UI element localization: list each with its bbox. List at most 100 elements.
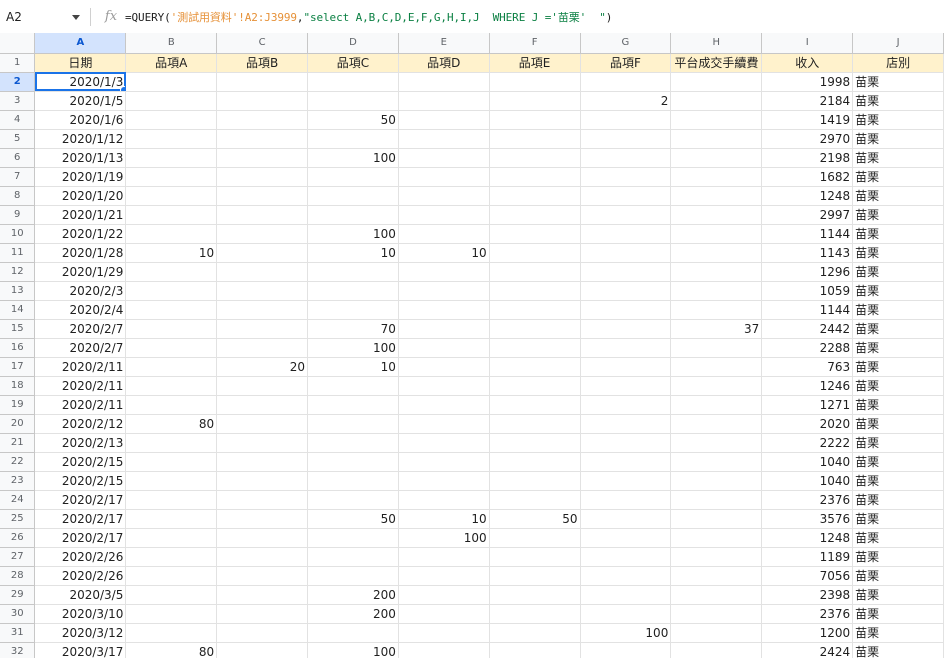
cell[interactable] — [307, 167, 399, 187]
cell[interactable]: 2222 — [761, 433, 854, 453]
cell[interactable] — [670, 357, 763, 377]
cell[interactable]: 1419 — [761, 110, 854, 130]
select-all-corner[interactable] — [0, 33, 36, 54]
cell[interactable] — [489, 528, 581, 548]
cell[interactable]: 2376 — [761, 490, 854, 510]
row-header[interactable]: 17 — [0, 357, 36, 377]
cell[interactable] — [216, 452, 309, 472]
cell[interactable] — [307, 186, 399, 206]
cell[interactable] — [398, 357, 490, 377]
cell[interactable] — [216, 72, 309, 92]
cell[interactable] — [670, 91, 763, 111]
cell[interactable] — [398, 186, 490, 206]
cell[interactable]: 10 — [307, 243, 399, 263]
cell[interactable] — [670, 452, 763, 472]
cell[interactable] — [125, 338, 218, 358]
header-cell[interactable]: 品項A — [125, 53, 218, 73]
cell[interactable] — [216, 490, 309, 510]
cell[interactable] — [125, 319, 218, 339]
column-header-g[interactable]: G — [580, 33, 672, 54]
row-header[interactable]: 15 — [0, 319, 36, 339]
cell[interactable] — [307, 490, 399, 510]
header-cell[interactable]: 平台成交手續費 — [670, 53, 763, 73]
cell[interactable] — [580, 110, 672, 130]
cell[interactable] — [580, 395, 672, 415]
cell[interactable] — [398, 623, 490, 643]
cell[interactable]: 2198 — [761, 148, 854, 168]
cell[interactable] — [489, 319, 581, 339]
cell[interactable] — [580, 186, 672, 206]
cell[interactable]: 70 — [307, 319, 399, 339]
cell[interactable] — [670, 110, 763, 130]
cell[interactable] — [307, 281, 399, 301]
formula-input[interactable]: =QUERY('測試用資料'!A2:J3999,"select A,B,C,D,… — [125, 9, 612, 25]
cell[interactable] — [216, 300, 309, 320]
cell[interactable] — [398, 395, 490, 415]
cell[interactable]: 2020/2/7 — [34, 338, 127, 358]
cell[interactable] — [307, 205, 399, 225]
cell[interactable] — [125, 566, 218, 586]
cell[interactable] — [398, 433, 490, 453]
cell[interactable]: 苗栗 — [852, 186, 944, 206]
cell[interactable] — [398, 338, 490, 358]
cell[interactable]: 2398 — [761, 585, 854, 605]
cell[interactable]: 苗栗 — [852, 528, 944, 548]
cell[interactable] — [216, 91, 309, 111]
cell[interactable]: 苗栗 — [852, 262, 944, 282]
cell[interactable] — [489, 167, 581, 187]
cell[interactable] — [398, 376, 490, 396]
cell[interactable]: 苗栗 — [852, 110, 944, 130]
cell[interactable] — [580, 224, 672, 244]
row-header[interactable]: 13 — [0, 281, 36, 301]
header-cell[interactable]: 品項E — [489, 53, 581, 73]
cell[interactable] — [580, 642, 672, 658]
row-header[interactable]: 20 — [0, 414, 36, 434]
cell[interactable]: 2288 — [761, 338, 854, 358]
cell[interactable]: 7056 — [761, 566, 854, 586]
cell[interactable] — [398, 471, 490, 491]
cell[interactable] — [398, 91, 490, 111]
cell[interactable]: 2020/2/13 — [34, 433, 127, 453]
cell[interactable]: 2020/2/11 — [34, 376, 127, 396]
column-header-d[interactable]: D — [307, 33, 399, 54]
cell[interactable] — [398, 490, 490, 510]
cell[interactable] — [216, 414, 309, 434]
cell[interactable] — [489, 110, 581, 130]
cell[interactable] — [670, 433, 763, 453]
row-header[interactable]: 25 — [0, 509, 36, 529]
cell[interactable] — [398, 129, 490, 149]
cell[interactable]: 2020/1/12 — [34, 129, 127, 149]
cell[interactable]: 苗栗 — [852, 490, 944, 510]
cell[interactable] — [125, 110, 218, 130]
cell[interactable] — [489, 262, 581, 282]
row-header[interactable]: 14 — [0, 300, 36, 320]
header-cell[interactable]: 收入 — [761, 53, 854, 73]
cell[interactable] — [216, 319, 309, 339]
cell[interactable]: 50 — [307, 110, 399, 130]
cell[interactable] — [489, 547, 581, 567]
cell[interactable] — [670, 414, 763, 434]
cell[interactable] — [125, 528, 218, 548]
cell[interactable]: 2020/1/29 — [34, 262, 127, 282]
cell[interactable]: 10 — [125, 243, 218, 263]
cell[interactable] — [398, 547, 490, 567]
cell[interactable] — [670, 471, 763, 491]
cell[interactable]: 苗栗 — [852, 319, 944, 339]
cell[interactable] — [398, 72, 490, 92]
cell[interactable] — [670, 281, 763, 301]
cell[interactable] — [489, 129, 581, 149]
header-cell[interactable]: 品項C — [307, 53, 399, 73]
cell[interactable] — [216, 167, 309, 187]
cell[interactable] — [398, 414, 490, 434]
row-header[interactable]: 19 — [0, 395, 36, 415]
cell[interactable] — [216, 623, 309, 643]
cell[interactable] — [489, 243, 581, 263]
row-header[interactable]: 3 — [0, 91, 36, 111]
cell[interactable]: 2020/1/19 — [34, 167, 127, 187]
cell[interactable]: 2020/2/3 — [34, 281, 127, 301]
cell[interactable]: 2020/1/6 — [34, 110, 127, 130]
cell[interactable] — [307, 452, 399, 472]
cell[interactable] — [670, 205, 763, 225]
cell[interactable]: 2020/2/26 — [34, 566, 127, 586]
cell[interactable] — [489, 471, 581, 491]
